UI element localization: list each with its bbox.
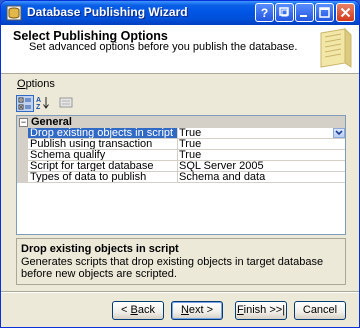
minimize-button[interactable] xyxy=(295,3,314,22)
finish-button[interactable]: Finish >>| xyxy=(235,301,287,320)
property-name: Schema qualify xyxy=(28,150,178,161)
finish-label-accel: F xyxy=(236,304,244,316)
row-gutter xyxy=(17,128,28,139)
back-button[interactable]: < Back xyxy=(112,301,164,320)
property-value[interactable]: True xyxy=(177,128,345,139)
property-name: Publish using transaction xyxy=(28,139,178,150)
next-button[interactable]: Next > xyxy=(171,301,223,320)
options-label-accel: O xyxy=(17,78,26,90)
window-title: Database Publishing Wizard xyxy=(27,5,188,19)
wizard-banner-icon xyxy=(320,27,352,68)
back-label-rest: ack xyxy=(137,304,155,316)
options-label: Options xyxy=(17,78,55,90)
row-gutter xyxy=(17,139,28,150)
row-gutter xyxy=(17,161,28,172)
svg-text:?: ? xyxy=(261,6,268,20)
restore-icon xyxy=(279,7,289,17)
property-name: Drop existing objects in script xyxy=(28,128,178,139)
collapse-category-icon[interactable]: − xyxy=(19,118,28,127)
close-icon xyxy=(340,7,351,18)
maximize-button[interactable] xyxy=(315,3,334,22)
minimize-icon xyxy=(300,15,307,17)
property-grid[interactable]: − General Drop existing objects in scrip… xyxy=(16,115,346,235)
property-name: Types of data to publish xyxy=(28,172,178,183)
finish-label-rest: inish >>| xyxy=(243,304,286,316)
help-description: Generates scripts that drop existing obj… xyxy=(21,256,324,280)
property-value[interactable]: Schema and data xyxy=(177,172,345,183)
property-pages-button[interactable] xyxy=(58,95,76,112)
alphabetical-button[interactable]: A Z xyxy=(35,95,53,112)
dropdown-button[interactable] xyxy=(333,128,345,138)
back-label-prefix: < xyxy=(121,304,131,316)
wizard-header: Select Publishing Options Set advanced o… xyxy=(1,25,359,74)
help-title: Drop existing objects in script xyxy=(21,243,179,255)
next-label-accel: N xyxy=(180,304,189,316)
chevron-down-icon xyxy=(335,130,343,136)
property-grid-toolbar: A Z xyxy=(16,95,346,113)
help-button[interactable]: ? xyxy=(255,3,274,22)
page-subtitle: Set advanced options before you publish … xyxy=(29,41,298,53)
categorized-icon xyxy=(18,97,31,110)
restore-button[interactable] xyxy=(275,3,294,22)
options-label-rest: ptions xyxy=(25,78,55,90)
back-label-accel: B xyxy=(130,304,138,316)
property-help-panel: Drop existing objects in script Generate… xyxy=(16,238,346,285)
wizard-window: Database Publishing Wizard ? Select Publ… xyxy=(0,0,360,328)
category-label: General xyxy=(31,116,72,128)
property-row[interactable]: Types of data to publish Schema and data xyxy=(17,172,345,183)
help-icon: ? xyxy=(261,6,268,20)
svg-text:A: A xyxy=(36,97,41,104)
maximize-icon xyxy=(319,7,330,18)
alphabetical-icon: A Z xyxy=(36,97,49,111)
property-name: Script for target database xyxy=(28,161,178,172)
categorized-button[interactable] xyxy=(16,95,34,112)
title-bar[interactable]: Database Publishing Wizard ? xyxy=(1,1,359,25)
cancel-button[interactable]: Cancel xyxy=(294,301,346,320)
svg-text:Z: Z xyxy=(36,104,41,110)
close-button[interactable] xyxy=(336,3,355,22)
row-gutter xyxy=(17,172,28,183)
property-value[interactable]: True xyxy=(177,139,345,150)
footer-divider xyxy=(1,291,359,293)
next-label-rest: ext > xyxy=(188,304,214,316)
row-gutter xyxy=(17,150,28,161)
database-wizard-icon xyxy=(6,5,22,21)
property-pages-icon xyxy=(59,97,73,108)
